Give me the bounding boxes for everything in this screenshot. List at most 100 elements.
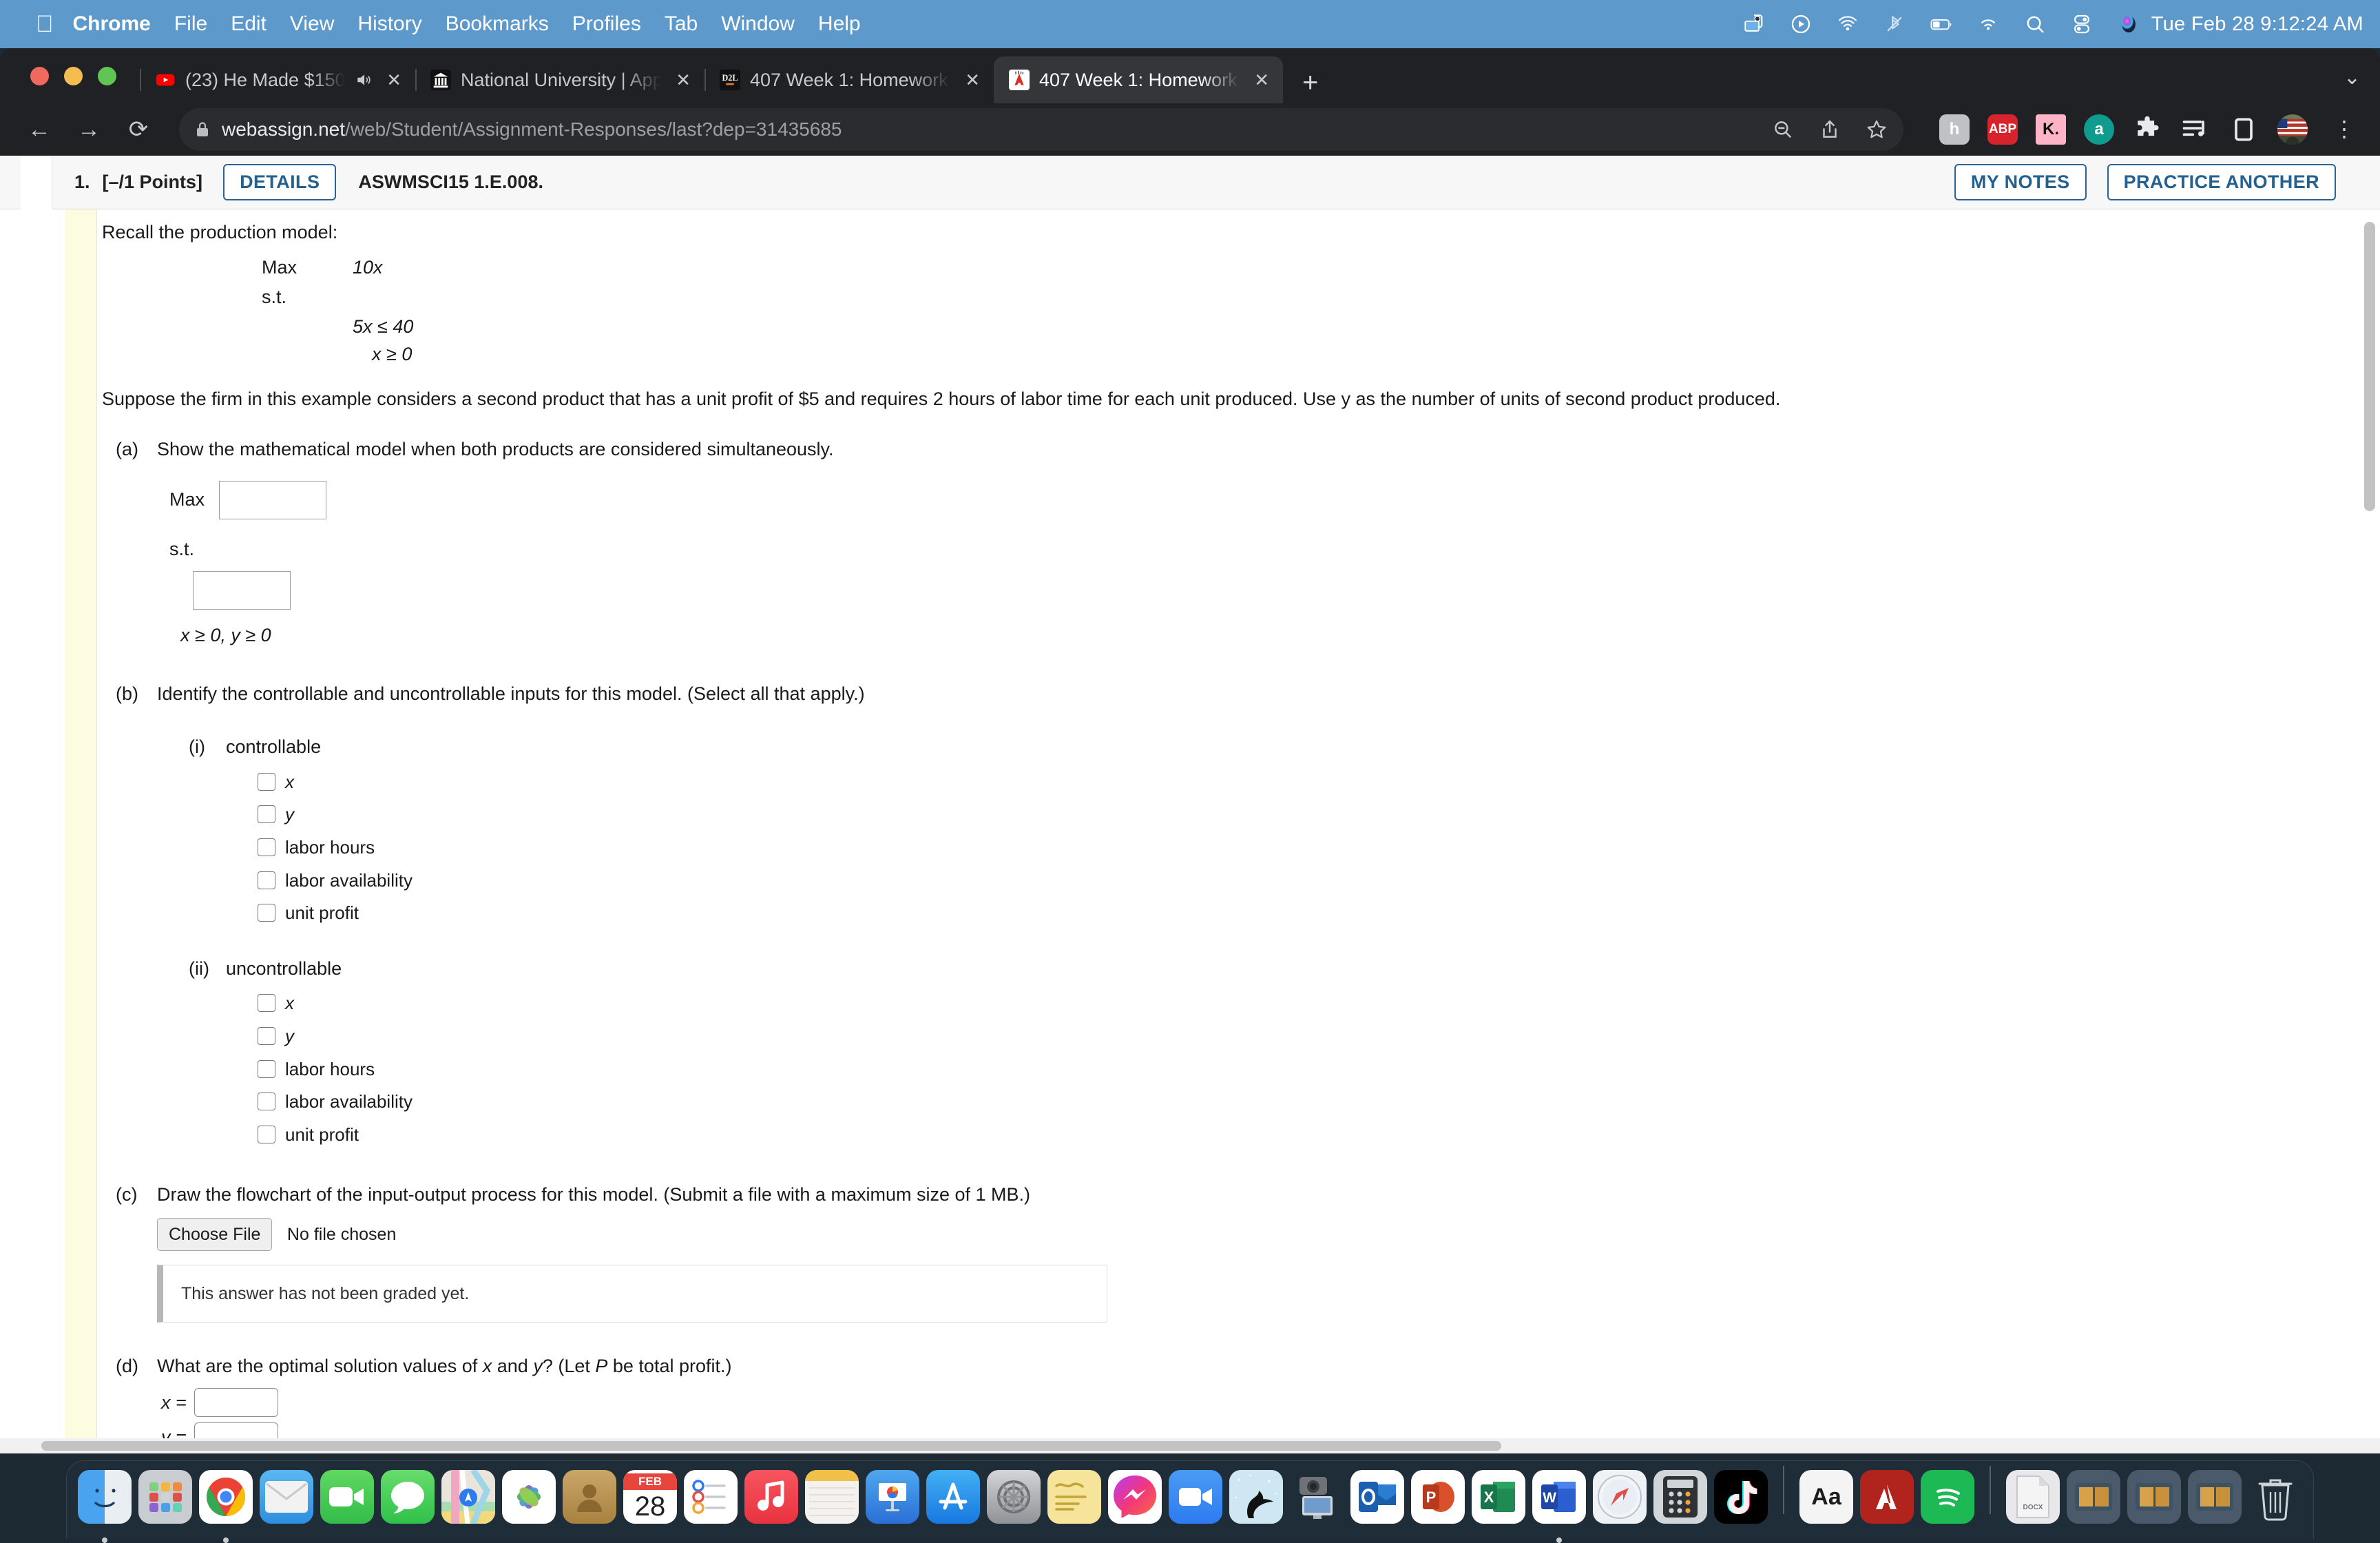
checkbox-icon[interactable] xyxy=(258,1027,275,1045)
checkbox-icon[interactable] xyxy=(258,1126,275,1143)
menu-item-window[interactable]: Window xyxy=(721,12,795,36)
checkbox-option-uncontrollable-labor-hours[interactable]: labor hours xyxy=(258,1057,2300,1083)
address-bar[interactable]: webassign.net/web/Student/Assignment-Res… xyxy=(179,108,1903,151)
share-icon[interactable] xyxy=(1818,118,1841,141)
vertical-scrollbar[interactable] xyxy=(2362,211,2377,1451)
siri-icon[interactable] xyxy=(2117,12,2140,36)
dock-item-music[interactable] xyxy=(744,1470,798,1533)
wifi-icon[interactable] xyxy=(1976,12,2000,36)
dock-item-document[interactable]: DOCX xyxy=(2006,1470,2060,1533)
menu-item-file[interactable]: File xyxy=(174,12,207,36)
airdrop-icon[interactable] xyxy=(1836,12,1859,36)
browser-tab-youtube[interactable]: (23) He Made $150 in 30 M ✕ xyxy=(140,56,415,103)
menu-item-profiles[interactable]: Profiles xyxy=(572,12,641,36)
window-traffic-lights[interactable] xyxy=(19,48,140,103)
vertical-scrollbar-thumb[interactable] xyxy=(2364,222,2375,511)
checkbox-option-controllable-x[interactable]: x xyxy=(258,769,2300,796)
menu-item-tab[interactable]: Tab xyxy=(665,12,698,36)
my-notes-button[interactable]: MY NOTES xyxy=(1954,164,2087,200)
horizontal-scrollbar[interactable] xyxy=(0,1438,2380,1453)
dock-item-notes[interactable] xyxy=(805,1470,859,1533)
checkbox-icon[interactable] xyxy=(258,994,275,1012)
amazon-icon[interactable]: a xyxy=(2084,114,2114,145)
bookmark-star-icon[interactable] xyxy=(1865,118,1888,141)
zoom-out-icon[interactable] xyxy=(1771,118,1795,141)
checkbox-option-controllable-labor-hours[interactable]: labor hours xyxy=(258,835,2300,861)
playlist-icon[interactable] xyxy=(2180,114,2211,145)
forward-button[interactable]: → xyxy=(67,108,110,151)
dock-item-finder[interactable] xyxy=(78,1470,132,1533)
dock-item-maps[interactable] xyxy=(441,1470,495,1533)
dock-item-excel[interactable]: X xyxy=(1472,1470,1525,1533)
dock-item-photos[interactable] xyxy=(502,1470,556,1533)
browser-tab-national-university[interactable]: National University | Apps ✕ xyxy=(415,56,704,103)
browser-tab-webassign-homework-active[interactable]: 407 Week 1: Homework - MNS ✕ xyxy=(994,56,1283,103)
dock-item-chrome[interactable] xyxy=(199,1470,253,1533)
tab-search-chevron-icon[interactable]: ⌄ xyxy=(2344,65,2361,90)
reload-button[interactable]: ⟳ xyxy=(117,108,160,151)
close-tab-button[interactable]: ✕ xyxy=(671,70,695,91)
lock-icon[interactable] xyxy=(194,120,211,139)
checkbox-icon[interactable] xyxy=(258,805,275,823)
menu-item-bookmarks[interactable]: Bookmarks xyxy=(446,12,549,36)
dock-item-font-book[interactable]: Aa xyxy=(1799,1470,1853,1533)
adblock-plus-icon[interactable]: ABP xyxy=(1987,114,2018,145)
new-tab-button[interactable]: + xyxy=(1283,69,1337,103)
menu-item-edit[interactable]: Edit xyxy=(231,12,267,36)
dock-item-safari[interactable] xyxy=(1593,1470,1647,1533)
chrome-menu-icon[interactable]: ⋮ xyxy=(2326,123,2362,136)
dock-item-launchpad[interactable] xyxy=(138,1470,192,1533)
checkbox-icon[interactable] xyxy=(258,871,275,889)
dock-item-app-store[interactable] xyxy=(926,1470,980,1533)
dock-item-mail[interactable] xyxy=(260,1470,313,1533)
dock-item-screen-capture[interactable] xyxy=(1290,1470,1344,1533)
extensions-puzzle-icon[interactable] xyxy=(2132,114,2162,145)
side-panel-icon[interactable] xyxy=(2228,114,2259,145)
dock-item-kindle[interactable] xyxy=(1229,1470,1283,1533)
menu-item-help[interactable]: Help xyxy=(818,12,861,36)
dock-item-facetime[interactable] xyxy=(320,1470,374,1533)
menu-bar-clock[interactable]: Tue Feb 28 9:12:24 AM xyxy=(2151,13,2363,36)
dock-item-stickies[interactable] xyxy=(1047,1470,1101,1533)
back-button[interactable]: ← xyxy=(18,108,61,151)
dock-item-downloads-stack[interactable] xyxy=(2067,1470,2120,1533)
apple-menu-icon[interactable]:  xyxy=(36,12,54,36)
checkbox-option-controllable-unit-profit[interactable]: unit profit xyxy=(258,900,2300,926)
checkbox-icon[interactable] xyxy=(258,1092,275,1110)
menu-item-chrome[interactable]: Chrome xyxy=(73,12,151,36)
checkbox-icon[interactable] xyxy=(258,1060,275,1078)
dock-item-spotify[interactable] xyxy=(1921,1470,1974,1533)
dock-item-reminders[interactable] xyxy=(684,1470,738,1533)
dock-item-tiktok[interactable] xyxy=(1714,1470,1768,1533)
close-tab-button[interactable]: ✕ xyxy=(961,70,984,91)
checkbox-option-uncontrollable-labor-availability[interactable]: labor availability xyxy=(258,1089,2300,1115)
honey-icon[interactable]: h xyxy=(1939,114,1970,145)
part-a-objective-input[interactable] xyxy=(219,481,326,519)
dock-item-zoom[interactable] xyxy=(1169,1470,1222,1533)
dock-item-adobe[interactable] xyxy=(1860,1470,1914,1533)
dock-item-contacts[interactable] xyxy=(563,1470,616,1533)
horizontal-scrollbar-thumb[interactable] xyxy=(41,1441,1501,1451)
checkbox-icon[interactable] xyxy=(258,904,275,922)
checkbox-icon[interactable] xyxy=(258,838,275,856)
checkbox-option-uncontrollable-y[interactable]: y xyxy=(258,1024,2300,1050)
close-tab-button[interactable]: ✕ xyxy=(1250,70,1273,91)
control-center-icon[interactable] xyxy=(2070,12,2094,36)
close-tab-button[interactable]: ✕ xyxy=(382,70,406,91)
dock-item-folder-stack[interactable] xyxy=(2188,1470,2242,1533)
screen-mirroring-icon[interactable] xyxy=(1742,12,1766,36)
dock-item-word[interactable]: W xyxy=(1532,1470,1586,1533)
spotlight-search-icon[interactable] xyxy=(2023,12,2047,36)
dock-item-system-preferences[interactable] xyxy=(987,1470,1041,1533)
maximize-window-button[interactable] xyxy=(98,67,116,85)
part-a-constraint-input[interactable] xyxy=(193,571,291,610)
bluetooth-off-icon[interactable] xyxy=(1883,12,1906,36)
dock-item-calculator[interactable] xyxy=(1653,1470,1707,1533)
dock-item-messenger[interactable] xyxy=(1108,1470,1162,1533)
file-upload-control[interactable]: Choose File No file chosen xyxy=(157,1218,2300,1251)
checkbox-option-uncontrollable-unit-profit[interactable]: unit profit xyxy=(258,1122,2300,1148)
profile-avatar[interactable] xyxy=(2277,114,2308,145)
dock-item-calendar[interactable]: FEB 28 xyxy=(623,1470,677,1533)
menu-item-view[interactable]: View xyxy=(290,12,334,36)
dock-item-documents-stack[interactable] xyxy=(2127,1470,2181,1533)
